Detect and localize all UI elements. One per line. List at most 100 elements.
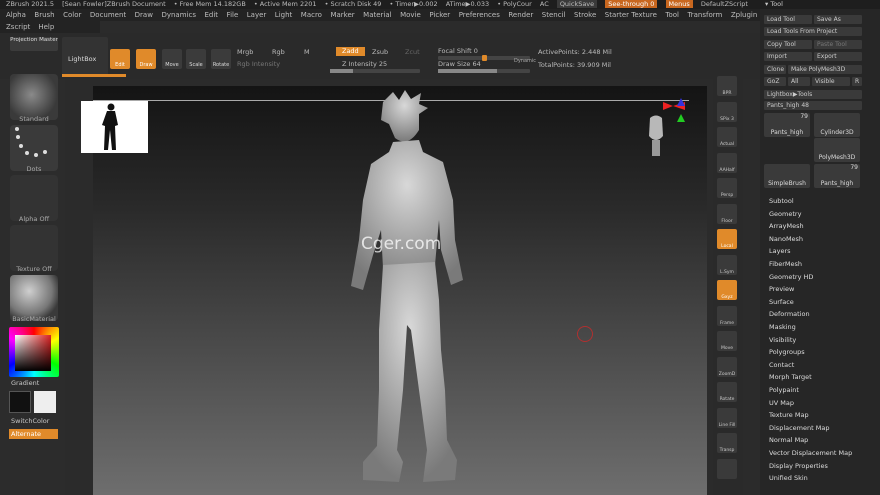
subpalette-display-properties[interactable]: Display Properties [769,460,828,473]
focal-shift-knob[interactable] [482,55,487,61]
menu-item-tool[interactable]: Tool [665,11,679,19]
subpalette-unified-skin[interactable]: Unified Skin [769,472,808,485]
zadd-button[interactable]: Zadd [336,47,365,56]
load-tools-from-project-button[interactable]: Load Tools From Project [764,27,862,36]
see-through-slider[interactable]: See-through 0 [605,0,658,8]
subpalette-displacement-map[interactable]: Displacement Map [769,422,829,435]
brush-standard-thumbnail[interactable] [10,74,58,120]
menu-item-file[interactable]: File [227,11,239,19]
subpalette-contact[interactable]: Contact [769,359,794,372]
menu-item-help[interactable]: Help [38,23,54,31]
shelf-button-gxyz[interactable]: Gxyz [717,280,737,300]
shelf-button-transp[interactable]: Transp [717,433,737,453]
subpalette-deformation[interactable]: Deformation [769,308,810,321]
shelf-button-zoomd[interactable]: ZoomD [717,356,737,377]
menu-item-light[interactable]: Light [275,11,292,19]
menu-item-transform[interactable]: Transform [688,11,723,19]
make-polymesh-button[interactable]: Make PolyMesh3D [788,65,862,74]
m-button[interactable]: M [304,48,310,56]
subpalette-uv-map[interactable]: UV Map [769,397,794,410]
subpalette-normal-map[interactable]: Normal Map [769,434,808,447]
move-button[interactable]: Move [162,49,182,69]
draw-size-slider[interactable]: Draw Size 64 [438,60,481,68]
default-zscript-button[interactable]: DefaultZScript [701,0,748,8]
tool-tile-polymesh3d[interactable]: PolyMesh3D [814,138,860,162]
shelf-button-floor[interactable]: Floor [717,203,737,224]
shelf-button-persp[interactable]: Persp [717,178,737,198]
subpalette-surface[interactable]: Surface [769,296,794,309]
save-as-button[interactable]: Save As [814,15,862,24]
quicksave-button[interactable]: QuickSave [556,0,598,8]
subpalette-texture-map[interactable]: Texture Map [769,409,809,422]
draw-size-track[interactable] [438,69,530,73]
import-button[interactable]: Import [764,52,812,61]
subpalette-nanomesh[interactable]: NanoMesh [769,233,803,246]
subpalette-subtool[interactable]: Subtool [769,195,794,208]
rgb-intensity-slider[interactable]: Rgb Intensity [237,60,280,68]
tool-tile-pants_high[interactable]: 79 Pants_high [814,164,860,188]
projection-master-button[interactable]: Projection Master [10,37,58,51]
dynamic-button[interactable]: Dynamic [514,58,536,64]
draw-button[interactable]: Draw [136,49,156,69]
menu-item-document[interactable]: Document [90,11,126,19]
shelf-button-aahalf[interactable]: AAHalf [717,152,737,173]
focal-shift-slider[interactable]: Focal Shift 0 [438,47,478,55]
lightbox-tools-button[interactable]: Lightbox▶Tools [764,90,862,99]
load-tool-button[interactable]: Load Tool [764,15,812,24]
rotate-button[interactable]: Rotate [211,49,231,69]
subpalette-layers[interactable]: Layers [769,245,791,258]
clone-button[interactable]: Clone [764,65,786,74]
visible-button[interactable]: Visible [812,77,850,86]
menu-item-stencil[interactable]: Stencil [542,11,566,19]
lightbox-button[interactable]: LightBox [68,55,96,63]
menu-item-render[interactable]: Render [508,11,533,19]
menu-item-dynamics[interactable]: Dynamics [161,11,196,19]
menu-item-preferences[interactable]: Preferences [459,11,500,19]
subpalette-preview[interactable]: Preview [769,283,794,296]
shelf-button-move[interactable]: Move [717,331,737,351]
shelf-button-spix-3[interactable]: SPix 3 [717,101,737,122]
shelf-button-rotate[interactable]: Rotate [717,382,737,402]
goz-button[interactable]: GoZ [764,77,786,86]
subpalette-geometry[interactable]: Geometry [769,208,801,221]
subpalette-masking[interactable]: Masking [769,321,796,334]
tool-tile-pants_high[interactable]: 79 Pants_high [764,113,810,137]
tool-palette-title[interactable]: Tool [770,0,783,8]
shelf-button-actual[interactable]: Actual [717,127,737,147]
axis-gizmo-icon[interactable] [659,96,689,132]
copy-tool-button[interactable]: Copy Tool [764,40,812,49]
tool-tile-simplebrush[interactable]: SimpleBrush [764,164,810,188]
shelf-button-l-sym[interactable]: L.Sym [717,254,737,275]
menu-item-material[interactable]: Material [363,11,391,19]
menu-item-stroke[interactable]: Stroke [574,11,596,19]
menu-item-starter-texture[interactable]: Starter Texture [605,11,657,19]
menu-item-draw[interactable]: Draw [135,11,153,19]
all-button[interactable]: All [788,77,810,86]
subpalette-morph-target[interactable]: Morph Target [769,371,812,384]
scale-button[interactable]: Scale [186,49,206,69]
menu-item-marker[interactable]: Marker [330,11,354,19]
menu-item-zplugin[interactable]: Zplugin [731,11,757,19]
zcut-button[interactable]: Zcut [405,48,420,56]
menu-item-edit[interactable]: Edit [204,11,218,19]
export-button[interactable]: Export [814,52,862,61]
subpalette-geometry-hd[interactable]: Geometry HD [769,271,813,284]
shelf-button-extra[interactable] [717,458,737,479]
subpalette-visibility[interactable]: Visibility [769,334,796,347]
z-intensity-track[interactable] [330,69,420,73]
main-color-swatch[interactable] [9,391,31,413]
menu-item-color[interactable]: Color [63,11,81,19]
menu-item-picker[interactable]: Picker [429,11,450,19]
mrgb-button[interactable]: Mrgb [237,48,253,56]
zsub-button[interactable]: Zsub [372,48,388,56]
menu-item-brush[interactable]: Brush [34,11,54,19]
subpalette-polygroups[interactable]: Polygroups [769,346,805,359]
z-intensity-slider[interactable]: Z Intensity 25 [342,60,387,68]
edit-button[interactable]: Edit [110,49,130,69]
rgb-button[interactable]: Rgb [272,48,285,56]
subpalette-fibermesh[interactable]: FiberMesh [769,258,802,271]
character-model[interactable] [323,90,493,495]
r-button[interactable]: R [852,77,862,86]
color-square[interactable] [15,335,51,371]
secondary-color-swatch[interactable] [34,391,56,413]
